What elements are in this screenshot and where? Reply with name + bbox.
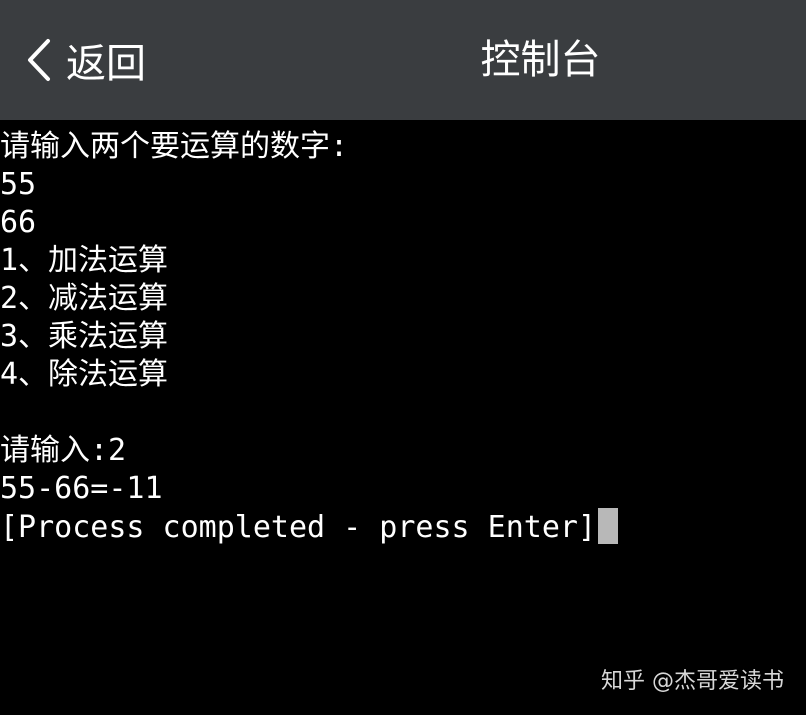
console-prompt-line: [Process completed - press Enter] <box>0 508 806 546</box>
process-completed-text: [Process completed - press Enter] <box>0 510 597 545</box>
app-header: 返回 控制台 <box>0 0 806 120</box>
console-line: 请输入:2 <box>0 433 127 468</box>
console-output[interactable]: 请输入两个要运算的数字: 55 66 1、加法运算 2、减法运算 3、乘法运算 … <box>0 128 806 715</box>
console-line: 请输入两个要运算的数字: <box>0 129 349 164</box>
console-line: 55 <box>0 167 37 202</box>
console-line: 2、减法运算 <box>0 281 169 316</box>
console-line: 55-66=-11 <box>0 471 163 506</box>
console-line: 4、除法运算 <box>0 357 169 392</box>
console-line: 3、乘法运算 <box>0 319 169 354</box>
watermark: 知乎 @杰哥爱读书 <box>601 669 784 694</box>
page-title: 控制台 <box>480 37 601 83</box>
console-line: 1、加法运算 <box>0 243 169 278</box>
text-cursor <box>598 508 619 544</box>
console-line: 66 <box>0 205 37 240</box>
